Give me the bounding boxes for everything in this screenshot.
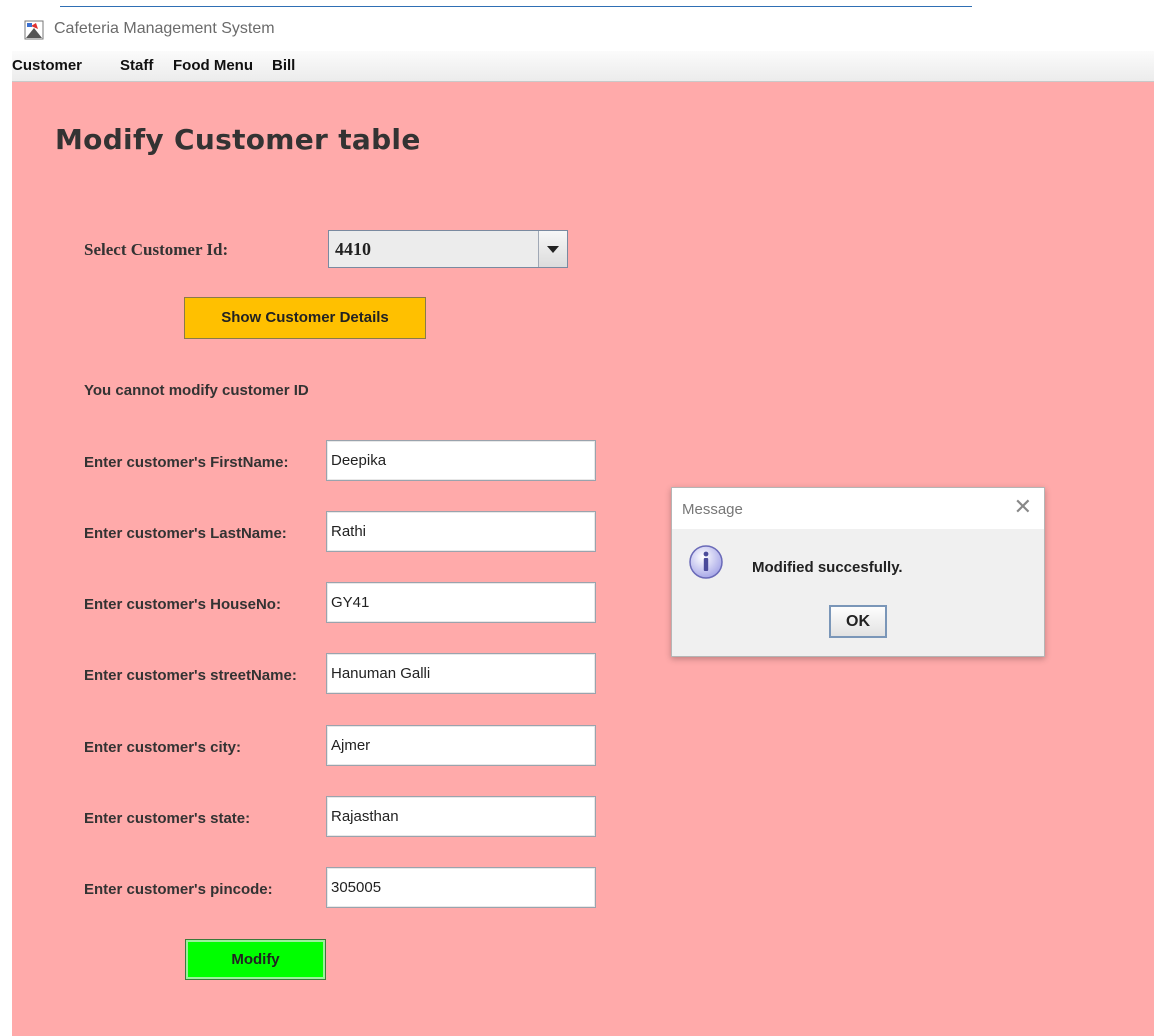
close-icon[interactable]: ✕ [1014,496,1032,518]
menu-bar: Customer Staff Food Menu Bill [12,51,1154,82]
java-app-icon [24,20,44,40]
dialog-message: Modified succesfully. [752,559,903,576]
title-bar: Cafeteria Management System [12,8,1154,51]
street-name-field[interactable] [326,653,596,694]
house-no-label: Enter customer's HouseNo: [84,596,281,613]
pincode-field[interactable] [326,867,596,908]
select-customer-id-label: Select Customer Id: [84,240,229,259]
state-label: Enter customer's state: [84,810,251,827]
menu-customer[interactable]: Customer [12,57,82,74]
first-name-label: Enter customer's FirstName: [84,454,289,471]
dialog-title-bar: Message ✕ [672,488,1044,529]
show-customer-details-button[interactable]: Show Customer Details [184,297,426,339]
customer-id-dropdown[interactable]: 4410 [328,230,568,268]
page-title: Modify Customer table [55,123,421,156]
city-label: Enter customer's city: [84,739,241,756]
street-name-label: Enter customer's streetName: [84,667,297,684]
background-divider [60,6,972,7]
app-window: Cafeteria Management System Customer Sta… [12,8,1154,1036]
message-dialog: Message ✕ Modified succesfully. OK [671,487,1045,657]
house-no-field[interactable] [326,582,596,623]
menu-bill[interactable]: Bill [272,57,295,74]
last-name-field[interactable] [326,511,596,552]
last-name-label: Enter customer's LastName: [84,525,287,542]
first-name-field[interactable] [326,440,596,481]
chevron-down-icon[interactable] [538,231,567,267]
dialog-title: Message [682,501,743,518]
window-title: Cafeteria Management System [54,20,275,37]
ok-button[interactable]: OK [829,605,887,638]
info-icon [689,545,723,579]
menu-staff[interactable]: Staff [120,57,153,74]
city-field[interactable] [326,725,596,766]
state-field[interactable] [326,796,596,837]
modify-button[interactable]: Modify [185,939,326,980]
pincode-label: Enter customer's pincode: [84,881,273,898]
menu-food-menu[interactable]: Food Menu [173,57,253,74]
background-document-strip [0,0,1154,8]
selected-customer-id: 4410 [335,239,371,259]
readonly-id-note: You cannot modify customer ID [84,382,309,399]
